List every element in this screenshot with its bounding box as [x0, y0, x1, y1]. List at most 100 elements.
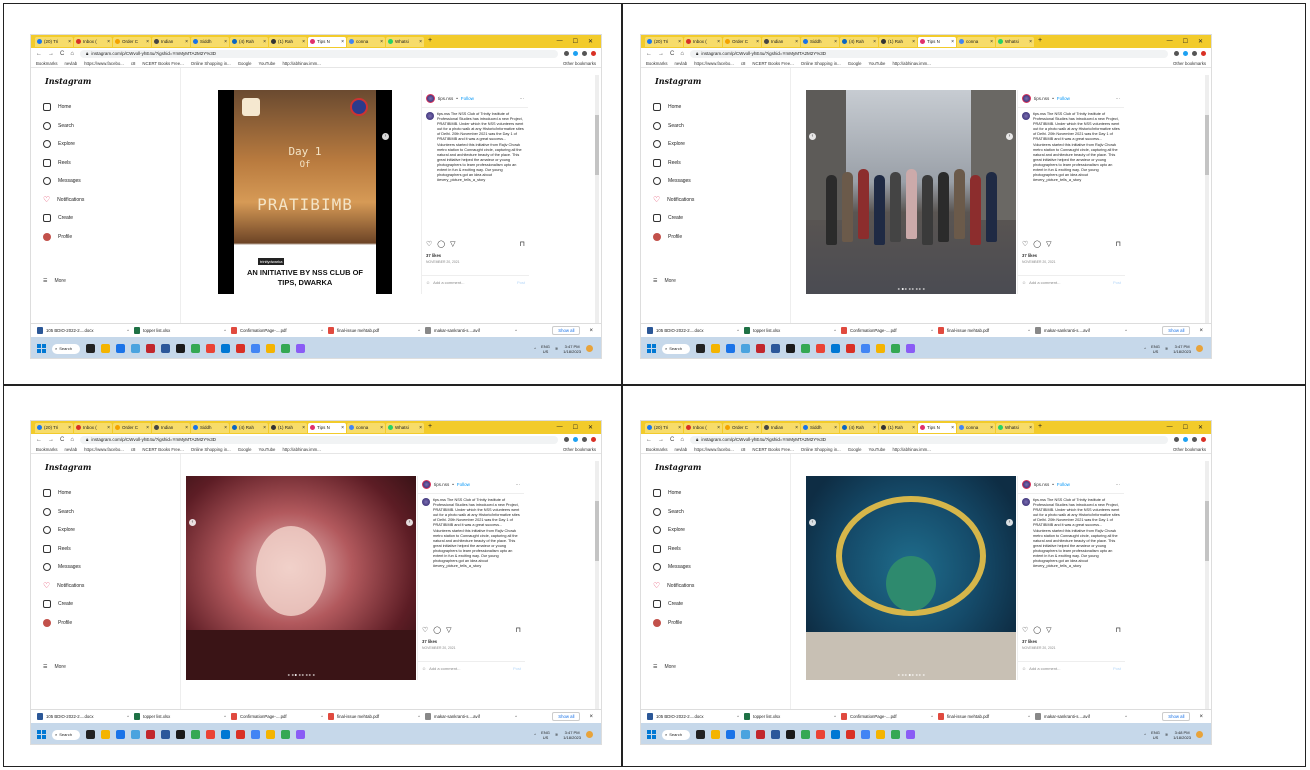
nav-item-home[interactable]: Home — [43, 98, 84, 117]
clock[interactable]: 3:47 PM 1/18/2023 — [563, 730, 581, 740]
carousel-dot[interactable] — [295, 288, 298, 290]
nav-item-home[interactable]: Home — [653, 98, 694, 117]
nav-item-notifications[interactable]: ♡ Notifications — [653, 577, 694, 596]
show-all-button[interactable]: Show all — [552, 326, 581, 335]
bookmark-item[interactable]: YouTube — [259, 447, 276, 452]
bookmark-item[interactable]: Google — [848, 447, 862, 452]
browser-tab[interactable]: Order C × — [723, 422, 761, 433]
bookmark-item[interactable]: YouTube — [869, 61, 886, 66]
download-item[interactable]: 105 BDIO-2022-2....docx ^ — [37, 713, 129, 720]
other-bookmarks[interactable]: Other bookmarks — [1173, 61, 1211, 66]
download-item[interactable]: ConfirmationPage-....pdf ^ — [231, 713, 323, 720]
like-icon[interactable]: ♡ — [422, 626, 428, 634]
download-item[interactable]: ConfirmationPage-....pdf ^ — [841, 327, 933, 334]
wifi-icon[interactable]: ≋ — [555, 346, 558, 351]
caption-avatar[interactable] — [422, 498, 430, 506]
bookmark-item[interactable]: nevlab — [675, 447, 688, 452]
tab-close-icon[interactable]: × — [107, 39, 110, 45]
taskbar-app-icon[interactable] — [191, 344, 200, 353]
taskbar-app-icon[interactable] — [146, 730, 155, 739]
prev-slide-icon[interactable]: ‹ — [809, 519, 816, 526]
comment-input[interactable]: Add a comment... — [1029, 280, 1060, 285]
bookmark-item[interactable]: http://abhinav.imm... — [892, 61, 930, 66]
wifi-icon[interactable]: ≋ — [1165, 346, 1168, 351]
download-item[interactable]: 105 BDIO-2022-2....docx ^ — [647, 713, 739, 720]
caption-avatar[interactable] — [1022, 112, 1030, 120]
tab-close-icon[interactable]: × — [1029, 39, 1032, 45]
extension-icon[interactable] — [1192, 437, 1197, 442]
download-item[interactable]: final-issue mehtab.pdf ^ — [328, 327, 420, 334]
taskbar-search[interactable]: ⌕ Search — [52, 729, 80, 740]
taskbar-app-icon[interactable] — [161, 730, 170, 739]
download-item[interactable]: topper list.xlsx ^ — [744, 713, 836, 720]
tab-close-icon[interactable]: × — [224, 39, 227, 45]
browser-tab[interactable]: Whatsi × — [996, 422, 1034, 433]
new-tab-icon[interactable]: + — [1038, 423, 1042, 433]
browser-tab[interactable]: Whatsi × — [386, 422, 424, 433]
browser-tab[interactable]: Whatsi × — [996, 36, 1034, 47]
tab-close-icon[interactable]: × — [1029, 425, 1032, 431]
tab-close-icon[interactable]: × — [302, 39, 305, 45]
nav-item-search[interactable]: Search — [653, 503, 694, 522]
extension-icon[interactable] — [1183, 51, 1188, 56]
page-scrollbar[interactable] — [595, 75, 599, 325]
taskbar-app-icon[interactable] — [251, 344, 260, 353]
browser-tab[interactable]: Siddh × — [801, 36, 839, 47]
post-comment-button[interactable]: Post — [513, 666, 521, 671]
download-item[interactable]: final-issue mehtab.pdf ^ — [328, 713, 420, 720]
tab-close-icon[interactable]: × — [678, 39, 681, 45]
taskbar-search[interactable]: ⌕ Search — [52, 343, 80, 354]
carousel-dot[interactable] — [911, 674, 914, 676]
nav-item-messages[interactable]: Messages — [653, 558, 694, 577]
carousel-dot[interactable] — [291, 288, 294, 290]
bookmark-item[interactable]: NCERT Books Free... — [752, 61, 793, 66]
chevron-up-icon[interactable]: ^ — [931, 714, 933, 719]
download-item[interactable]: makar-sankranti-s....avif ^ — [425, 327, 517, 334]
url-field[interactable]: 🔒︎ instagram.com/p/CWvoll-yhE4u/?igshid=… — [79, 435, 558, 444]
instagram-logo[interactable]: Instagram — [655, 462, 701, 472]
browser-tab[interactable]: Order C × — [113, 422, 151, 433]
carousel-dot[interactable] — [287, 674, 290, 676]
forward-icon[interactable]: → — [48, 51, 54, 57]
emoji-icon[interactable]: ☺ — [1022, 666, 1026, 671]
nav-item-profile[interactable]: Profile — [653, 228, 694, 247]
browser-tab[interactable]: (1) Rah × — [269, 36, 307, 47]
nav-item-search[interactable]: Search — [43, 117, 84, 136]
home-icon[interactable]: ⌂ — [680, 437, 684, 443]
comment-icon[interactable]: ◯ — [437, 240, 445, 248]
taskbar-app-icon[interactable] — [86, 344, 95, 353]
bookmark-item[interactable]: Google — [848, 61, 862, 66]
taskbar-app-icon[interactable] — [741, 730, 750, 739]
clock[interactable]: 3:48 PM 1/18/2023 — [1173, 730, 1191, 740]
likes-count[interactable]: 37 likes — [1022, 639, 1037, 644]
browser-tab[interactable]: Inbox (× — [74, 422, 112, 433]
comment-icon[interactable]: ◯ — [433, 626, 441, 634]
tab-close-icon[interactable]: × — [873, 425, 876, 431]
bookmark-item[interactable]: http://abhinav.imm... — [282, 447, 320, 452]
back-icon[interactable]: ← — [646, 51, 652, 57]
scrollbar-thumb[interactable] — [1205, 115, 1209, 175]
taskbar-app-icon[interactable] — [281, 730, 290, 739]
nav-item-create[interactable]: Create — [43, 209, 84, 228]
browser-tab[interactable]: (1) Rah × — [269, 422, 307, 433]
bookmark-item[interactable]: YouTube — [869, 447, 886, 452]
language-indicator[interactable]: ENG US — [541, 730, 550, 740]
tab-close-icon[interactable]: × — [717, 39, 720, 45]
download-item[interactable]: makar-sankranti-s....avif ^ — [425, 713, 517, 720]
tab-close-icon[interactable]: × — [717, 425, 720, 431]
profile-icon[interactable] — [591, 51, 596, 56]
carousel-dot[interactable] — [305, 674, 308, 676]
nav-item-notifications[interactable]: ♡ Notifications — [653, 191, 694, 210]
chevron-up-icon[interactable]: ^ — [515, 714, 517, 719]
carousel-dot[interactable] — [316, 288, 319, 290]
maximize-icon[interactable]: ☐ — [1183, 424, 1188, 431]
share-icon[interactable]: ▽ — [450, 240, 455, 248]
browser-tab[interactable]: (4) Rah × — [230, 422, 268, 433]
carousel-dot[interactable] — [309, 288, 312, 290]
language-indicator[interactable]: ENG US — [541, 344, 550, 354]
taskbar-app-icon[interactable] — [726, 730, 735, 739]
carousel-dot[interactable] — [918, 674, 921, 676]
close-window-icon[interactable]: ✕ — [588, 38, 593, 45]
chevron-up-icon[interactable]: ^ — [534, 346, 536, 351]
bookmark-item[interactable]: c8 — [131, 447, 136, 452]
